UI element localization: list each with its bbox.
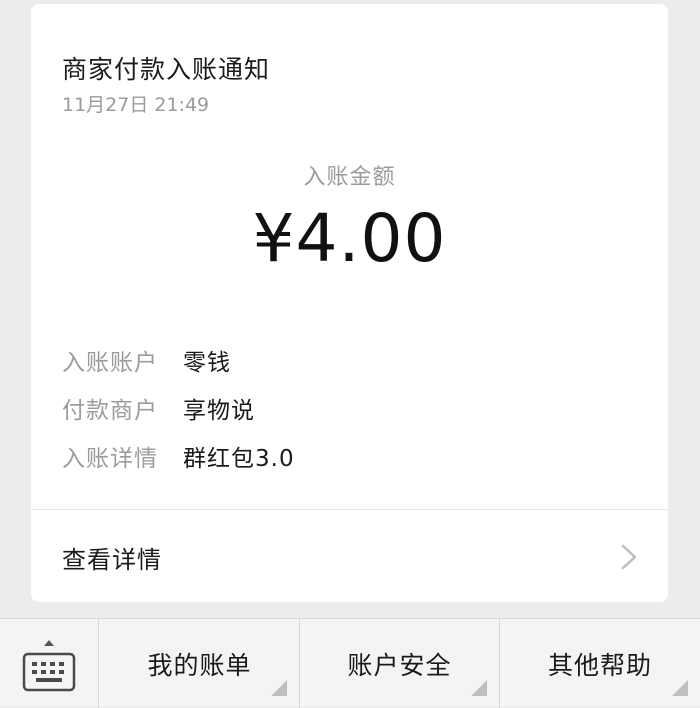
menu-label: 其他帮助 bbox=[547, 650, 652, 680]
detail-row-key: 付款商户 bbox=[62, 398, 158, 424]
detail-row-value: 零钱 bbox=[183, 350, 231, 376]
bottom-menu-bar: 我的账单 账户安全 其他帮助 bbox=[0, 618, 700, 708]
amount-label: 入账金额 bbox=[303, 165, 396, 190]
detail-row-merchant: 付款商户 享物说 bbox=[62, 392, 255, 424]
view-details-link[interactable]: 查看详情 bbox=[31, 510, 668, 602]
submenu-corner-icon bbox=[672, 680, 688, 696]
notification-title: 商家付款入账通知 bbox=[62, 55, 271, 84]
detail-row-value: 享物说 bbox=[183, 398, 255, 424]
menu-label: 我的账单 bbox=[147, 650, 252, 680]
detail-row-key: 入账账户 bbox=[62, 350, 158, 376]
submenu-corner-icon bbox=[271, 680, 287, 696]
menu-label: 账户安全 bbox=[347, 650, 452, 680]
menu-my-bill-button[interactable]: 我的账单 bbox=[100, 619, 300, 708]
submenu-corner-icon bbox=[471, 680, 487, 696]
amount-value: ¥4.00 bbox=[252, 200, 447, 277]
notification-card: 商家付款入账通知 11月27日 21:49 入账金额 ¥4.00 入账账户 零钱… bbox=[31, 4, 668, 602]
detail-row-account: 入账账户 零钱 bbox=[62, 344, 231, 376]
menu-account-security-button[interactable]: 账户安全 bbox=[300, 619, 500, 708]
detail-row-value: 群红包3.0 bbox=[183, 446, 295, 472]
detail-row-info: 入账详情 群红包3.0 bbox=[62, 440, 295, 472]
keyboard-toggle-button[interactable] bbox=[0, 619, 99, 708]
detail-row-key: 入账详情 bbox=[62, 446, 158, 472]
caret-up-icon bbox=[44, 640, 54, 646]
chevron-right-icon bbox=[621, 544, 637, 570]
view-details-label: 查看详情 bbox=[62, 546, 162, 574]
keyboard-icon bbox=[22, 652, 76, 692]
menu-other-help-button[interactable]: 其他帮助 bbox=[500, 619, 700, 708]
notification-time: 11月27日 21:49 bbox=[62, 94, 210, 116]
